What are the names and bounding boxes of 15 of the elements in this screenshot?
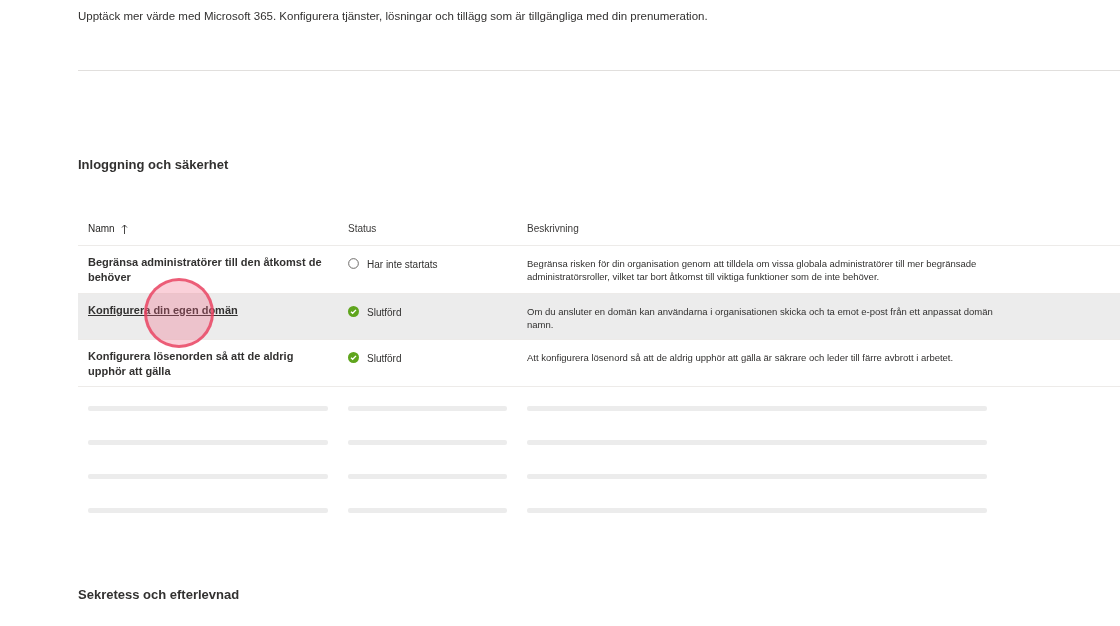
description-text: Begränsa risken för din organisation genom att tilldela om vissa globala administratörer till mer begränsade administratörsroller, vilket tar bort åtkomst till viktiga funktioner som de inte behöver. [527, 257, 977, 283]
description-text: Att konfigurera lösenord så att de aldrig upphör att gälla är säkrare och leder till färre avbrott i arbetet. [527, 351, 954, 363]
task-link[interactable]: Begränsa administratörer till den åtkomst de behöver [88, 254, 328, 286]
column-header[interactable]: Beskrivning [527, 222, 579, 234]
description-text: Om du ansluter en domän kan användarna i organisationen skicka och ta emot e-post från ett anpassat domän namn. [527, 305, 993, 330]
column-header[interactable]: Namn [88, 222, 115, 234]
status-text: Har inte startats [367, 257, 438, 272]
sort-up-arrow-icon [120, 224, 128, 235]
task-link[interactable]: Konfigurera lösenorden så att de aldrig upphör att gälla [88, 348, 328, 380]
column-header[interactable]: Status [348, 222, 377, 234]
status-text: Slutförd [367, 305, 402, 320]
status-text: Slutförd [367, 351, 402, 366]
section-heading: Sekretess och efterlevnad [78, 587, 241, 603]
section-heading: Inloggning och säkerhet [78, 157, 230, 173]
intro-text: Upptäck mer värde med Microsoft 365. Konfigurera tjänster, lösningar och tillägg som är tillgängliga med din prenumeration. [78, 9, 709, 24]
